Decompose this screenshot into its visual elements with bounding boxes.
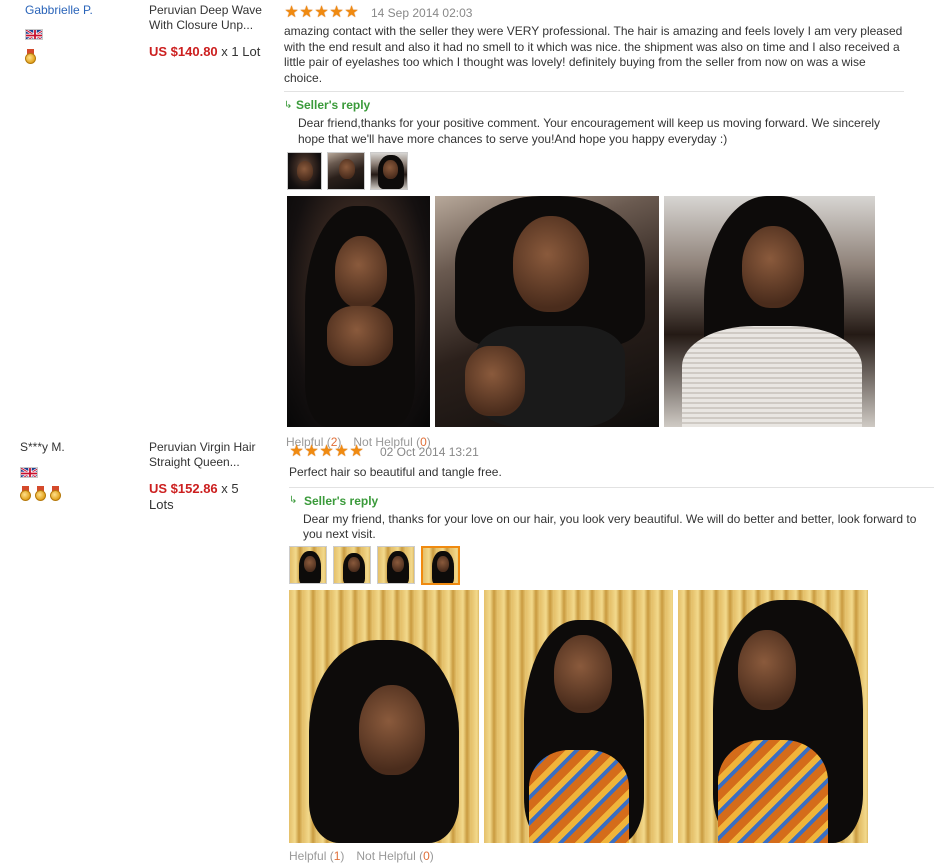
- helpful-votes: Helpful (1) Not Helpful (0): [289, 849, 934, 863]
- medal-icon: [25, 49, 36, 64]
- photo-thumbnail[interactable]: [370, 152, 408, 190]
- reviewer-medals: [25, 49, 165, 64]
- star-icon: ★: [334, 443, 349, 460]
- uk-flag-icon: [25, 29, 43, 40]
- review-photo[interactable]: [678, 589, 868, 843]
- seller-reply-text: Dear my friend, thanks for your love on …: [303, 511, 917, 542]
- review-text: amazing contact with the seller they wer…: [284, 24, 903, 85]
- star-icon: ★: [329, 4, 344, 21]
- star-icon: ★: [344, 4, 359, 21]
- reviewer-info: Gabbrielle P.: [25, 3, 165, 64]
- price-line: US $152.86 x 5 Lots: [149, 481, 259, 513]
- uk-flag-icon: [20, 467, 38, 478]
- review-photo[interactable]: [289, 589, 479, 843]
- product-info: Peruvian Virgin Hair Straight Queen... U…: [149, 440, 279, 513]
- seller-reply-header: ↳ Seller's reply: [284, 98, 904, 112]
- helpful-label: Helpful: [289, 848, 327, 863]
- photo-thumbnails: [289, 545, 934, 585]
- reviewer-name: S***y M.: [20, 440, 65, 454]
- star-icon: ★: [319, 443, 334, 460]
- photo-thumbnails: [287, 152, 904, 190]
- star-icon: ★: [304, 443, 319, 460]
- photo-thumbnail[interactable]: [333, 545, 371, 584]
- seller-reply-title: Seller's reply: [296, 98, 371, 112]
- seller-reply-header: ↳ Seller's reply: [289, 494, 934, 508]
- review-text: Perfect hair so beautiful and tangle fre…: [289, 465, 502, 479]
- medal-icon: [35, 486, 46, 501]
- seller-reply-title: Seller's reply: [304, 493, 379, 508]
- star-icon: ★: [314, 4, 329, 21]
- star-rating: ★ ★ ★ ★ ★: [284, 5, 359, 21]
- reviewer-info: S***y M.: [20, 440, 160, 501]
- review-date: 14 Sep 2014 02:03: [371, 6, 473, 20]
- review-content: ★ ★ ★ ★ ★ 02 Oct 2014 13:21 Perfect hair…: [289, 443, 934, 863]
- medal-icon: [20, 486, 31, 501]
- helpful-link[interactable]: Helpful (1): [289, 849, 344, 863]
- reviewer-medals: [20, 486, 160, 501]
- helpful-count: 1: [333, 848, 341, 863]
- star-icon: ★: [284, 4, 299, 21]
- divider: [289, 486, 934, 488]
- star-rating: ★ ★ ★ ★ ★: [289, 444, 364, 460]
- reply-arrow-icon: ↳: [289, 495, 298, 506]
- review-photos: [289, 589, 934, 843]
- review-item: Gabbrielle P. Peruvian Deep Wave With Cl…: [0, 0, 950, 449]
- product-info: Peruvian Deep Wave With Closure Unp... U…: [149, 3, 279, 60]
- photo-thumbnail[interactable]: [377, 545, 415, 584]
- photo-thumbnail[interactable]: [327, 152, 365, 190]
- star-icon: ★: [289, 443, 304, 460]
- review-date: 02 Oct 2014 13:21: [380, 445, 479, 459]
- price: US $140.80: [149, 44, 218, 59]
- rating-row: ★ ★ ★ ★ ★ 02 Oct 2014 13:21: [289, 443, 934, 461]
- quantity: x 1 Lot: [221, 44, 261, 59]
- photo-thumbnail[interactable]: [287, 152, 322, 190]
- not-helpful-count: 0: [423, 848, 430, 863]
- star-icon: ★: [299, 4, 314, 21]
- rating-row: ★ ★ ★ ★ ★ 14 Sep 2014 02:03: [284, 4, 904, 22]
- photo-thumbnail-selected[interactable]: [421, 545, 460, 585]
- seller-reply-text: Dear friend,thanks for your positive com…: [298, 116, 881, 146]
- product-title[interactable]: Peruvian Deep Wave With Closure Unp...: [149, 3, 279, 33]
- review-content: ★ ★ ★ ★ ★ 14 Sep 2014 02:03 amazing cont…: [284, 4, 904, 449]
- product-title[interactable]: Peruvian Virgin Hair Straight Queen...: [149, 440, 267, 470]
- not-helpful-link[interactable]: Not Helpful (0): [356, 849, 433, 863]
- reviewer-name[interactable]: Gabbrielle P.: [25, 3, 165, 17]
- medal-icon: [50, 486, 61, 501]
- review-photo[interactable]: [435, 196, 659, 427]
- price-line: US $140.80 x 1 Lot: [149, 44, 279, 60]
- review-item: S***y M. Peruvian Virgin Hair Straight Q…: [0, 438, 950, 867]
- reply-arrow-icon: ↳: [284, 99, 293, 111]
- review-photo[interactable]: [287, 196, 430, 427]
- star-icon: ★: [349, 443, 364, 460]
- not-helpful-label: Not Helpful: [356, 848, 416, 863]
- review-photo[interactable]: [484, 589, 673, 843]
- review-photo[interactable]: [664, 196, 875, 427]
- review-photos: [287, 196, 904, 427]
- photo-thumbnail[interactable]: [289, 545, 327, 584]
- price: US $152.86: [149, 481, 218, 496]
- divider: [284, 91, 904, 92]
